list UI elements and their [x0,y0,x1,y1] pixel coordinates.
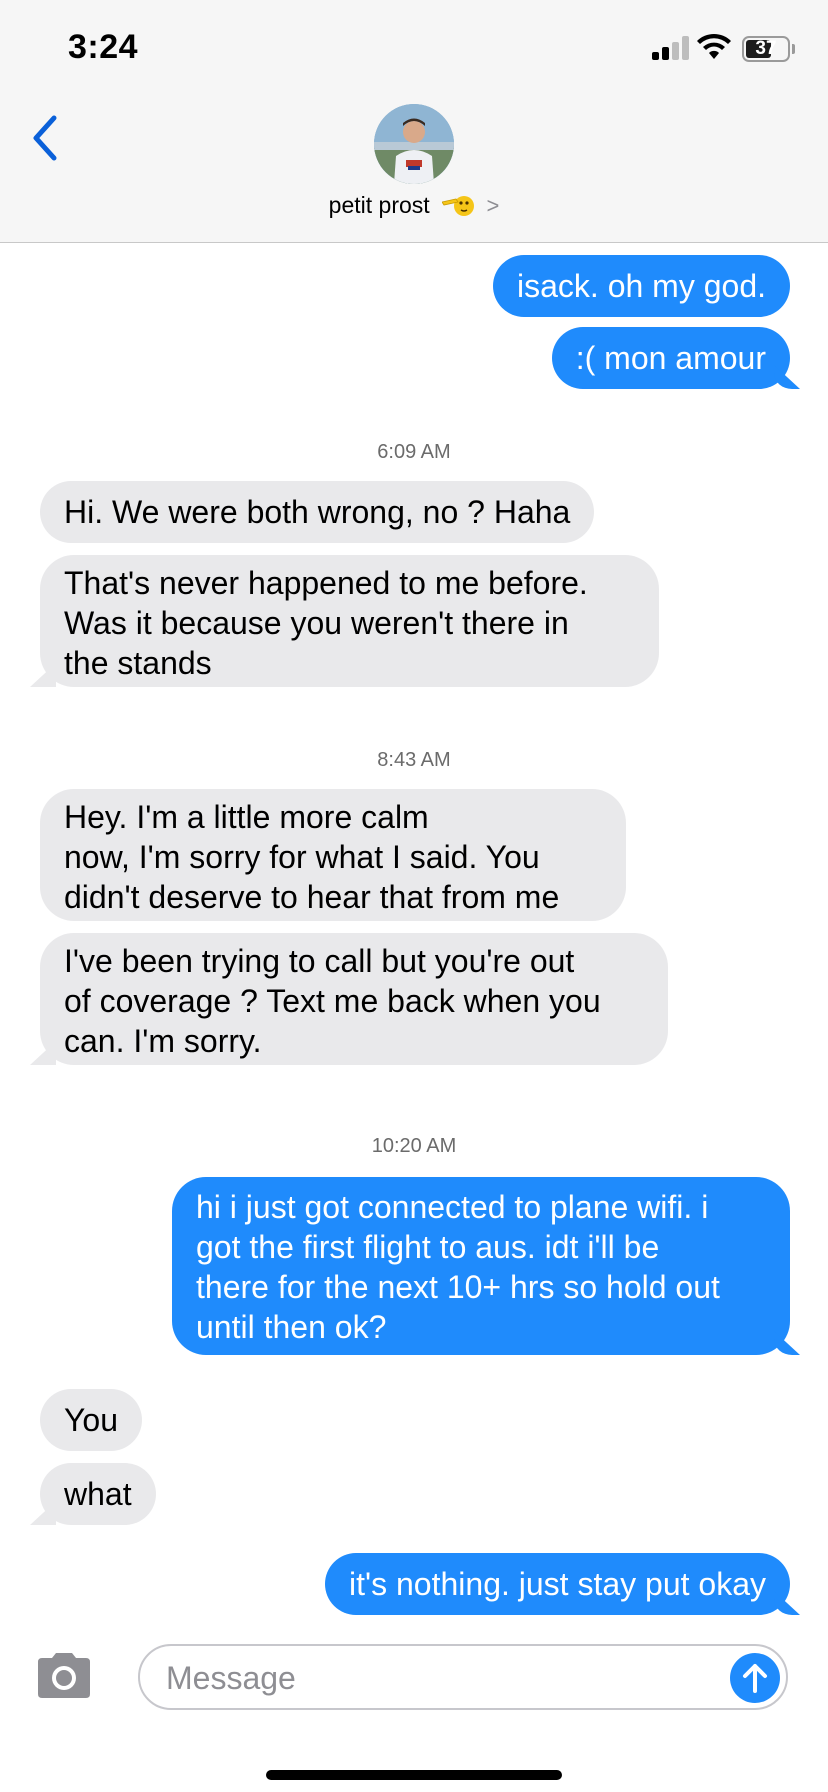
contact-name: petit prost [328,192,430,218]
compose-bar [0,1630,828,1792]
send-button[interactable] [730,1653,780,1703]
timestamp: 10:20 AM [371,1135,457,1157]
message-field[interactable] [138,1644,788,1710]
chevron-right-icon: > [486,193,500,218]
contact-avatar[interactable] [374,104,454,184]
cellular-signal-icon [652,36,690,60]
incoming-message[interactable]: Hi. We were both wrong, no ? Haha [40,481,595,543]
contact-name-button[interactable]: petit prost > [0,192,828,219]
arrow-up-icon [743,1664,767,1693]
outgoing-message[interactable]: it's nothing. just stay put okay [325,1553,790,1615]
camera-icon[interactable] [34,1652,94,1700]
avatar-photo [374,104,454,184]
back-chevron-icon[interactable] [26,108,66,168]
conversation-header: petit prost > [0,100,828,243]
battery-icon: 37 [742,36,790,62]
incoming-message[interactable]: You [40,1389,142,1451]
timestamp: 8:43 AM [377,749,451,771]
status-bar: 3:24 37 [0,0,828,100]
incoming-message[interactable]: what [40,1463,156,1525]
outgoing-message[interactable]: isack. oh my god. [493,255,790,317]
incoming-message[interactable]: Hey. I'm a little more calm now, I'm sor… [40,789,626,921]
battery-nub [792,44,795,54]
saluting-face-icon [442,196,475,216]
outgoing-message[interactable]: :( mon amour [551,327,790,389]
home-indicator[interactable] [266,1770,562,1780]
timestamp: 6:09 AM [377,441,451,463]
message-input[interactable] [166,1656,686,1700]
message-thread: isack. oh my god. :( mon amour 6:09 AM H… [0,243,828,1633]
incoming-message[interactable]: I've been trying to call but you're out … [40,933,668,1065]
wifi-icon [697,33,731,59]
outgoing-message[interactable]: hi i just got connected to plane wifi. i… [172,1177,790,1355]
status-time: 3:24 [68,28,139,66]
incoming-message[interactable]: That's never happened to me before. Was … [40,555,659,687]
battery-percent: 37 [755,38,777,59]
